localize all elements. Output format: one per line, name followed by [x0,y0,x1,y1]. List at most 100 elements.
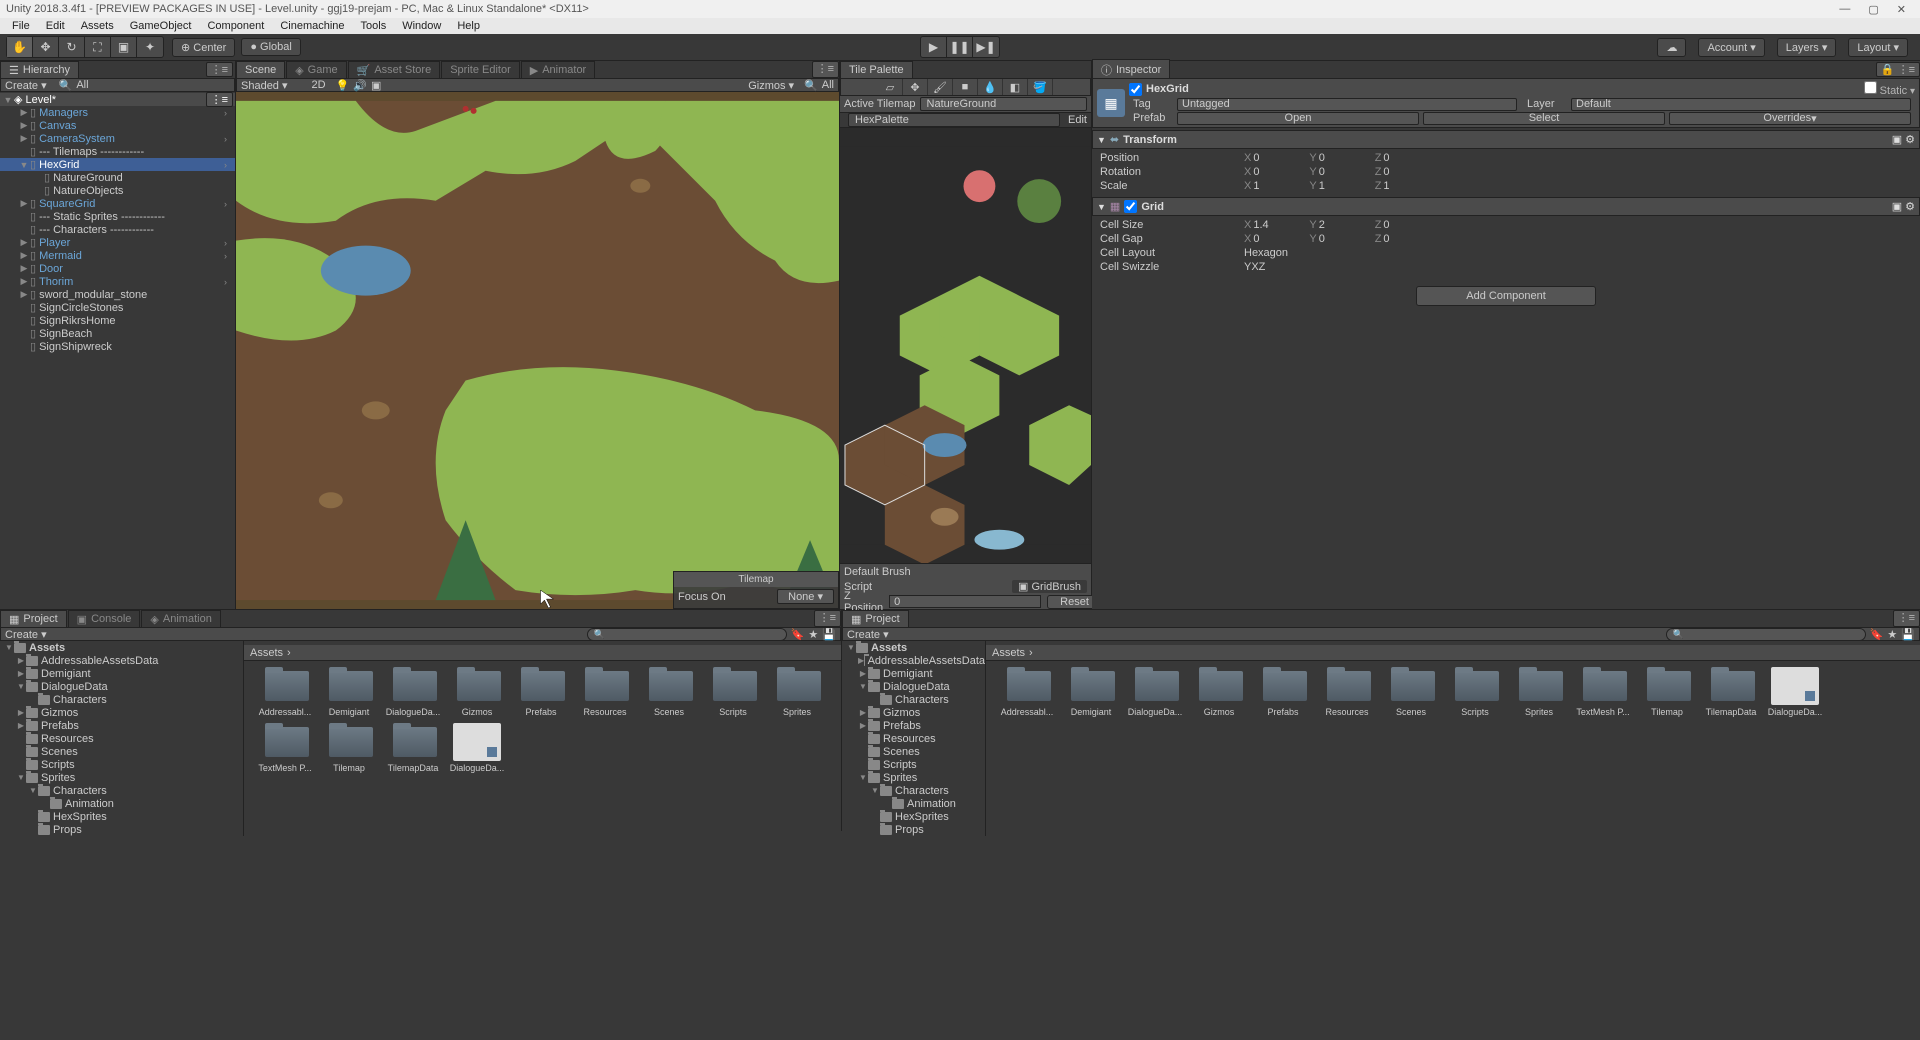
project-tree-item[interactable]: ▼Sprites [842,771,985,784]
cellgap-z[interactable]: 0 [1383,233,1437,245]
project-grid-item[interactable]: Sprites [1510,667,1568,717]
scene-search[interactable]: All [822,79,834,91]
prefab-select[interactable]: Select [1423,112,1665,125]
scl-x[interactable]: 1 [1253,180,1307,192]
menu-file[interactable]: File [4,20,38,32]
layers-dropdown[interactable]: Layers ▾ [1777,38,1837,57]
minimize-icon[interactable]: — [1839,3,1850,16]
project-tree-item[interactable]: Resources [842,732,985,745]
project-tree-item[interactable]: HexSprites [842,810,985,823]
project-grid-item[interactable]: Gizmos [1190,667,1248,717]
panel-menu-icon[interactable]: ⋮≡ [1893,610,1920,627]
cellsize-x[interactable]: 1.4 [1253,219,1307,231]
scene-gizmos-dropdown[interactable]: Gizmos ▾ [748,79,794,92]
project-grid-item[interactable]: DialogueDa... [448,723,506,773]
gameobject-icon[interactable]: ▦ [1097,89,1125,117]
project-tree-item[interactable]: ▶Demigiant [0,667,243,680]
pause-icon[interactable]: ❚❚ [947,37,973,57]
scl-z[interactable]: 1 [1383,180,1437,192]
pos-z[interactable]: 0 [1383,152,1437,164]
project-tree-item[interactable]: ▶AddressableAssetsData [0,654,243,667]
prefab-open[interactable]: Open [1177,112,1419,125]
grid-enabled[interactable] [1124,200,1137,213]
brush-dropdown[interactable]: Default Brush [844,566,1087,578]
tab-animator[interactable]: ▶ Animator [521,61,596,78]
project-grid-item[interactable]: TilemapData [1702,667,1760,717]
project-grid-item[interactable]: Prefabs [1254,667,1312,717]
menu-tools[interactable]: Tools [353,20,395,32]
project-create[interactable]: Create ▾ [5,628,47,641]
celllayout-dropdown[interactable]: Hexagon [1244,247,1912,259]
hierarchy-item[interactable]: ▯--- Static Sprites ------------ [0,210,235,223]
close-icon[interactable]: ✕ [1897,3,1906,16]
project-tree-item[interactable]: Props [842,823,985,836]
static-checkbox[interactable] [1864,81,1877,94]
project-tree-item[interactable]: Scenes [842,745,985,758]
rect-tool-icon[interactable]: ▣ [111,37,137,57]
hierarchy-item[interactable]: ▯NatureGround [0,171,235,184]
hierarchy-item[interactable]: ▯SignBeach [0,327,235,340]
hierarchy-item[interactable]: ▶▯Door [0,262,235,275]
hierarchy-item[interactable]: ▶▯SquareGrid› [0,197,235,210]
tab-hierarchy[interactable]: ☰ Hierarchy [0,61,79,79]
palette-erase-icon[interactable]: ◧ [1003,79,1028,95]
palette-box-icon[interactable]: ■ [953,79,978,95]
cellgap-x[interactable]: 0 [1253,233,1307,245]
tab-scene[interactable]: Scene [236,61,285,78]
palette-fill-icon[interactable]: 🪣 [1028,79,1053,95]
gameobject-name[interactable]: HexGrid [1146,83,1189,95]
menu-assets[interactable]: Assets [73,20,122,32]
project-grid-item[interactable]: Addressabl... [256,667,314,717]
tag-dropdown[interactable]: Untagged [1177,98,1517,111]
filter-icon[interactable]: 🔖 [791,628,805,641]
project-tree-item[interactable]: ▼Characters [842,784,985,797]
cellswizzle-dropdown[interactable]: YXZ [1244,261,1912,273]
project-grid-item[interactable]: TextMesh P... [256,723,314,773]
panel-menu-icon[interactable]: ⋮≡ [206,62,233,77]
menu-component[interactable]: Component [199,20,272,32]
scene-2d-toggle[interactable]: 2D [312,79,326,91]
project-grid-item[interactable]: Tilemap [1638,667,1696,717]
project-tree-item[interactable]: Characters [842,693,985,706]
hand-tool-icon[interactable]: ✋ [7,37,33,57]
project-grid-item[interactable]: TilemapData [384,723,442,773]
layout-dropdown[interactable]: Layout ▾ [1848,38,1908,57]
project-grid-item[interactable]: Demigiant [320,667,378,717]
project-tree-item[interactable]: ▶Prefabs [842,719,985,732]
menu-edit[interactable]: Edit [38,20,73,32]
project-tree-item[interactable]: ▶Gizmos [0,706,243,719]
panel-menu-icon[interactable]: 🔒 ⋮≡ [1876,62,1920,77]
cellsize-y[interactable]: 2 [1319,219,1373,231]
panel-menu-icon[interactable]: ⋮≡ [814,610,841,627]
hierarchy-scene-root[interactable]: ▼◈Level*⋮≡ [0,93,235,106]
cellgap-y[interactable]: 0 [1319,233,1373,245]
tab-inspector[interactable]: ⓘ Inspector [1092,59,1170,80]
component-menu-icon[interactable]: ▣ ⚙ [1892,200,1915,213]
breadcrumb-assets[interactable]: Assets [250,647,283,659]
hierarchy-item[interactable]: ▯NatureObjects [0,184,235,197]
breadcrumb-assets[interactable]: Assets [992,647,1025,659]
hierarchy-item[interactable]: ▼▯HexGrid› [0,158,235,171]
project-tree-item[interactable]: ▼Sprites [0,771,243,784]
pos-y[interactable]: 0 [1319,152,1373,164]
scene-audio-icon[interactable]: 🔊 [353,79,367,92]
palette-picker-icon[interactable]: 💧 [978,79,1003,95]
layer-dropdown[interactable]: Default [1571,98,1911,111]
menu-gameobject[interactable]: GameObject [122,20,200,32]
project-grid-item[interactable]: Scenes [640,667,698,717]
hierarchy-item[interactable]: ▯--- Characters ------------ [0,223,235,236]
project-tree-item[interactable]: Characters [0,693,243,706]
focus-on-value[interactable]: None ▾ [777,589,834,604]
rot-x[interactable]: 0 [1253,166,1307,178]
favorite-icon[interactable]: ★ [1887,628,1897,641]
project-grid-item[interactable]: Demigiant [1062,667,1120,717]
scale-tool-icon[interactable]: ⛶ [85,37,111,57]
project-grid-item[interactable]: Tilemap [320,723,378,773]
project-grid-item[interactable]: Prefabs [512,667,570,717]
hierarchy-item[interactable]: ▶▯Canvas [0,119,235,132]
rotate-tool-icon[interactable]: ↻ [59,37,85,57]
scl-y[interactable]: 1 [1319,180,1373,192]
project-tree-item[interactable]: Scripts [842,758,985,771]
zposition-input[interactable] [889,595,1041,608]
project-grid-item[interactable]: Resources [576,667,634,717]
